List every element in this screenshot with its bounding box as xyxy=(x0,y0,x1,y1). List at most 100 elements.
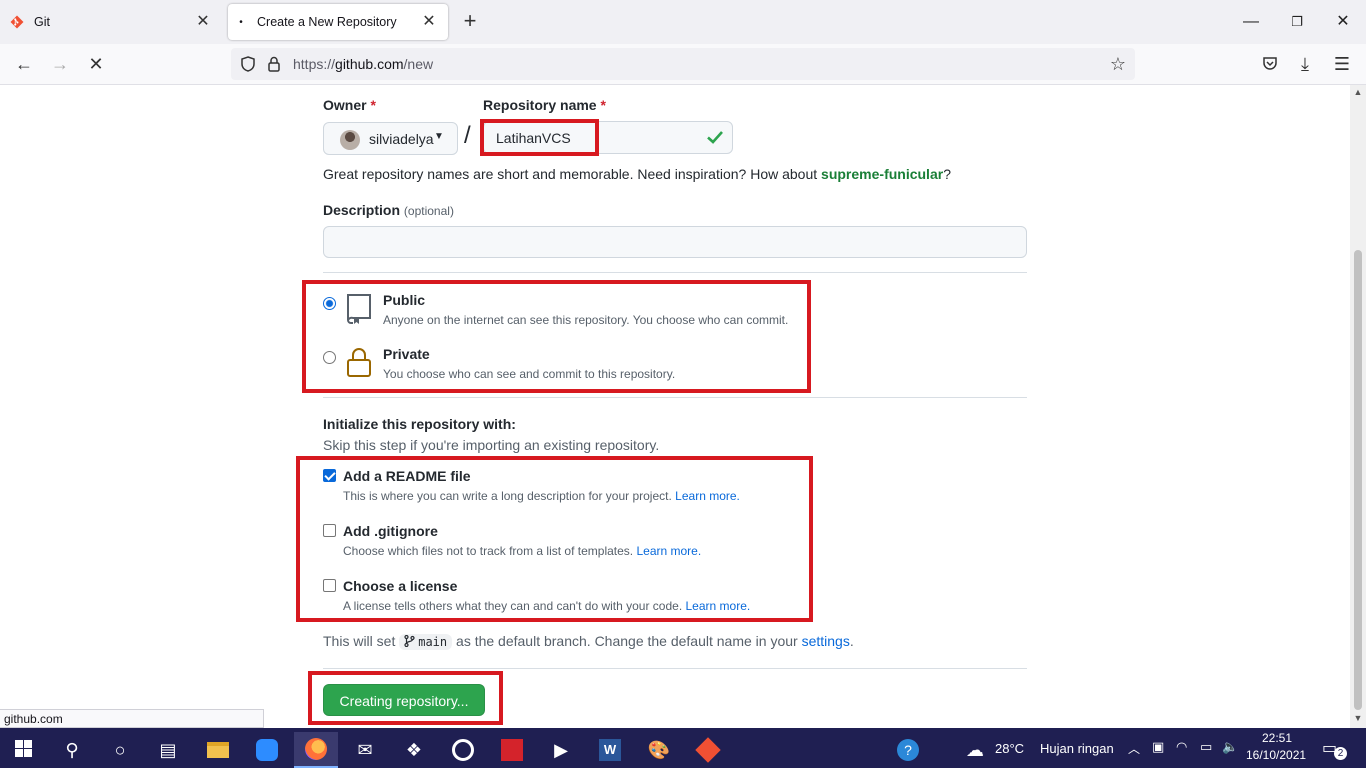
settings-link[interactable]: settings xyxy=(802,633,850,649)
restore-button[interactable]: ❐ xyxy=(1287,12,1307,32)
license-learn-more-link[interactable]: Learn more. xyxy=(686,599,751,613)
tab-title: Git xyxy=(34,15,50,29)
task-view-icon[interactable]: ▤ xyxy=(146,732,190,768)
license-checkbox[interactable] xyxy=(323,579,336,592)
lock-icon[interactable] xyxy=(265,55,283,73)
readme-title: Add a README file xyxy=(343,468,471,484)
license-title: Choose a license xyxy=(343,578,458,594)
search-icon[interactable]: ⚲ xyxy=(50,732,94,768)
init-heading: Initialize this repository with: xyxy=(323,416,516,432)
owner-repo-separator: / xyxy=(464,122,471,149)
word-icon[interactable]: W xyxy=(588,732,632,768)
mail-icon[interactable]: ✉ xyxy=(343,732,387,768)
scrollbar-thumb[interactable] xyxy=(1354,250,1362,710)
private-title: Private xyxy=(383,346,430,362)
close-tab-icon[interactable]: ✕ xyxy=(420,13,438,31)
bookmark-star-icon[interactable]: ☆ xyxy=(1109,55,1127,73)
gitignore-learn-more-link[interactable]: Learn more. xyxy=(636,544,701,558)
description-label: Description (optional) xyxy=(323,202,454,218)
repository-name-input[interactable]: LatihanVCS xyxy=(483,121,733,154)
readme-learn-more-link[interactable]: Learn more. xyxy=(675,489,740,503)
suggested-name-link[interactable]: supreme-funicular xyxy=(821,166,943,182)
status-url: github.com xyxy=(0,709,264,728)
download-icon[interactable]: ⤓ xyxy=(1295,54,1315,74)
zoom-icon[interactable] xyxy=(245,732,289,768)
public-note: Anyone on the internet can see this repo… xyxy=(383,313,789,327)
git-branch-icon xyxy=(404,634,415,648)
close-tab-icon[interactable]: ✕ xyxy=(194,13,212,31)
create-repository-button[interactable]: Creating repository... xyxy=(323,684,485,716)
page-scrollbar[interactable]: ▲ ▼ xyxy=(1350,85,1366,728)
readme-note: This is where you can write a long descr… xyxy=(343,489,740,503)
lock-icon xyxy=(347,348,371,377)
firefox-icon[interactable] xyxy=(294,732,338,768)
owner-dropdown[interactable]: silviadelya ▼ xyxy=(323,122,458,155)
valid-check-icon xyxy=(707,131,723,144)
scroll-up-icon[interactable]: ▲ xyxy=(1353,87,1363,97)
git-logo-icon xyxy=(10,15,24,29)
github-desktop-icon[interactable] xyxy=(441,732,485,768)
close-window-button[interactable]: ✕ xyxy=(1333,12,1353,32)
description-input[interactable] xyxy=(323,226,1027,258)
battery-icon[interactable]: ▭ xyxy=(1200,739,1212,755)
owner-label: Owner * xyxy=(323,97,376,113)
notification-badge: 2 xyxy=(1334,747,1347,760)
loading-dot-icon: • xyxy=(239,16,243,28)
new-tab-button[interactable]: + xyxy=(460,10,480,34)
dropbox-icon[interactable]: ❖ xyxy=(392,732,436,768)
scroll-down-icon[interactable]: ▼ xyxy=(1353,713,1363,723)
tab-create-repository[interactable]: • Create a New Repository ✕ xyxy=(228,4,448,40)
forward-arrow-icon[interactable]: → xyxy=(50,54,70,74)
repo-book-icon xyxy=(347,294,371,324)
default-branch-note: This will set main as the default branch… xyxy=(323,633,854,650)
gitignore-title: Add .gitignore xyxy=(343,523,438,539)
chevron-up-icon[interactable]: ︿ xyxy=(1128,740,1140,757)
help-icon[interactable]: ? xyxy=(886,732,930,768)
clock-date[interactable]: 16/10/2021 xyxy=(1246,748,1306,762)
license-note: A license tells others what they can and… xyxy=(343,599,751,613)
private-radio[interactable] xyxy=(323,351,336,364)
volume-icon[interactable]: 🔈 xyxy=(1222,739,1238,755)
back-arrow-icon[interactable]: ← xyxy=(14,54,34,74)
stop-loading-icon[interactable]: ✕ xyxy=(86,54,106,74)
gitignore-checkbox[interactable] xyxy=(323,524,336,537)
pocket-icon[interactable] xyxy=(1261,55,1279,73)
media-player-icon[interactable]: ▶ xyxy=(539,732,583,768)
url-bar[interactable]: https://github.com/new ☆ xyxy=(231,48,1135,80)
tab-git[interactable]: Git ✕ xyxy=(0,4,222,40)
windows-taskbar: ⚲ ○ ▤ ✉ ❖ ▶ W 🎨 ? ☁ 28°C Hujan ringan ︿ … xyxy=(0,728,1366,768)
public-title: Public xyxy=(383,292,426,308)
clock-time[interactable]: 22:51 xyxy=(1262,731,1292,745)
paint-icon[interactable]: 🎨 xyxy=(637,732,681,768)
repo-name-label: Repository name * xyxy=(483,97,606,113)
minimize-button[interactable]: — xyxy=(1241,12,1261,32)
browser-tab-bar: Git ✕ • Create a New Repository ✕ + — ❐ … xyxy=(0,0,1366,44)
public-radio[interactable] xyxy=(323,297,336,310)
cortana-icon[interactable]: ○ xyxy=(98,732,142,768)
divider xyxy=(323,272,1027,273)
navigation-toolbar: ← → ✕ https://github.com/new ☆ ⤓ ☰ xyxy=(0,44,1366,85)
branch-chip: main xyxy=(399,634,453,650)
private-note: You choose who can see and commit to thi… xyxy=(383,367,676,381)
readme-checkbox[interactable] xyxy=(323,469,336,482)
divider xyxy=(323,668,1027,669)
acrobat-icon[interactable] xyxy=(490,732,534,768)
menu-icon[interactable]: ☰ xyxy=(1332,54,1352,74)
owner-name: silviadelya xyxy=(369,131,434,147)
url-text[interactable]: https://github.com/new xyxy=(293,56,433,72)
weather-cloud-icon: ☁ xyxy=(966,739,984,760)
chevron-down-icon: ▼ xyxy=(434,131,444,142)
windows-start-icon[interactable] xyxy=(2,732,46,768)
gitignore-note: Choose which files not to track from a l… xyxy=(343,544,702,558)
avatar xyxy=(340,130,360,150)
device-icon[interactable]: ▣ xyxy=(1152,739,1164,755)
repo-name-hint: Great repository names are short and mem… xyxy=(323,166,951,182)
init-subheading: Skip this step if you're importing an ex… xyxy=(323,437,660,453)
git-gui-icon[interactable] xyxy=(686,732,730,768)
weather-temperature[interactable]: 28°C xyxy=(995,741,1024,756)
shield-icon[interactable] xyxy=(239,55,257,73)
divider xyxy=(323,397,1027,398)
wifi-icon[interactable]: ◠ xyxy=(1176,739,1187,755)
weather-description[interactable]: Hujan ringan xyxy=(1040,741,1114,756)
file-explorer-icon[interactable] xyxy=(196,732,240,768)
